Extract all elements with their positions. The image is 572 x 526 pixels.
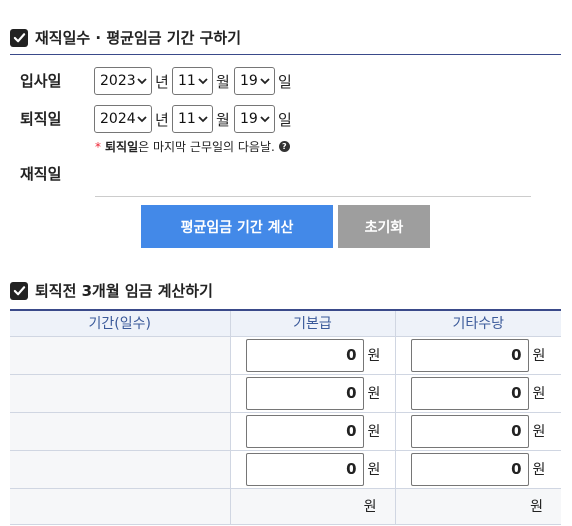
start-year-value: 2023 — [100, 73, 136, 89]
column-header-other-allowance: 기타수당 — [395, 309, 561, 337]
note-text: 은 마지막 근무일의 다음날. — [138, 140, 275, 154]
section-header-tenure: 재직일수 · 평균임금 기간 구하기 — [10, 27, 241, 48]
month-unit: 월 — [216, 111, 230, 129]
base-pay-cell: 0원 — [230, 336, 396, 375]
year-unit: 년 — [155, 111, 169, 129]
won-unit: 원 — [367, 462, 381, 478]
end-month-select[interactable]: 11 — [172, 105, 213, 133]
table-row: 0원 0원 — [10, 336, 561, 375]
allowance-input[interactable]: 0 — [410, 452, 529, 486]
end-day-value: 19 — [240, 111, 258, 127]
period-cell — [10, 450, 231, 489]
allowance-cell: 0원 — [395, 450, 561, 489]
note-bold: 퇴직일 — [105, 140, 139, 154]
won-unit: 원 — [367, 424, 381, 440]
end-month-value: 11 — [178, 111, 196, 127]
allowance-cell: 0원 — [395, 412, 561, 451]
year-unit: 년 — [155, 73, 169, 91]
base-pay-cell: 0원 — [230, 374, 396, 413]
base-pay-input[interactable]: 0 — [245, 452, 364, 486]
end-date-note: * 퇴직일 은 마지막 근무일의 다음날. ? — [95, 138, 290, 155]
allowance-cell: 0원 — [395, 374, 561, 413]
section-title: 재직일수 · 평균임금 기간 구하기 — [35, 29, 241, 47]
total-allowance: 원 — [395, 487, 561, 525]
won-unit: 원 — [367, 386, 381, 402]
checkbox-icon[interactable] — [10, 28, 28, 47]
chevron-down-icon — [198, 78, 208, 85]
end-date-label: 퇴직일 — [20, 110, 62, 128]
section-title: 퇴직전 3개월 임금 계산하기 — [35, 282, 213, 300]
won-unit: 원 — [367, 348, 381, 364]
allowance-cell: 0원 — [395, 336, 561, 375]
start-month-select[interactable]: 11 — [172, 67, 213, 95]
day-unit: 일 — [278, 111, 292, 129]
allowance-input[interactable]: 0 — [410, 414, 529, 448]
base-pay-input[interactable]: 0 — [245, 338, 364, 372]
column-header-base-pay: 기본급 — [230, 309, 396, 337]
calculate-period-button[interactable]: 평균임금 기간 계산 — [141, 205, 333, 248]
end-year-value: 2024 — [100, 111, 136, 127]
chevron-down-icon — [260, 78, 270, 85]
table-row: 0원 0원 — [10, 450, 561, 489]
day-unit: 일 — [278, 73, 292, 91]
base-pay-input[interactable]: 0 — [245, 414, 364, 448]
table-row: 0원 0원 — [10, 374, 561, 413]
table-header-row: 기간(일수) 기본급 기타수당 — [10, 309, 561, 337]
chevron-down-icon — [137, 78, 147, 85]
table-row: 0원 0원 — [10, 412, 561, 451]
end-day-select[interactable]: 19 — [234, 105, 275, 133]
start-year-select[interactable]: 2023 — [94, 67, 152, 95]
section-header-wage: 퇴직전 3개월 임금 계산하기 — [10, 280, 213, 301]
allowance-input[interactable]: 0 — [410, 338, 529, 372]
base-pay-input[interactable]: 0 — [245, 376, 364, 410]
checkbox-icon[interactable] — [10, 281, 28, 300]
chevron-down-icon — [260, 116, 270, 123]
period-cell — [10, 412, 231, 451]
tenure-label: 재직일 — [20, 165, 62, 183]
won-unit: 원 — [532, 386, 546, 402]
required-star: * — [95, 139, 101, 154]
won-unit: 원 — [532, 424, 546, 440]
period-cell — [10, 336, 231, 375]
won-unit: 원 — [532, 348, 546, 364]
period-cell — [10, 374, 231, 413]
start-day-select[interactable]: 19 — [234, 67, 275, 95]
allowance-input[interactable]: 0 — [410, 376, 529, 410]
start-month-value: 11 — [178, 73, 196, 89]
column-header-period: 기간(일수) — [10, 309, 231, 337]
base-pay-cell: 0원 — [230, 412, 396, 451]
total-row: 원 원 — [10, 487, 561, 525]
section-divider — [10, 54, 561, 55]
start-date-label: 입사일 — [20, 72, 62, 90]
total-base-pay: 원 — [230, 487, 396, 525]
reset-button[interactable]: 초기화 — [338, 205, 430, 248]
chevron-down-icon — [137, 116, 147, 123]
chevron-down-icon — [198, 116, 208, 123]
help-icon[interactable]: ? — [278, 141, 290, 152]
wage-table: 기간(일수) 기본급 기타수당 0원 0원 0원 0원 0 원 0 원 0 원 … — [10, 309, 561, 525]
month-unit: 월 — [216, 73, 230, 91]
base-pay-cell: 0원 — [230, 450, 396, 489]
start-day-value: 19 — [240, 73, 258, 89]
divider — [95, 196, 531, 197]
won-unit: 원 — [532, 462, 546, 478]
end-year-select[interactable]: 2024 — [94, 105, 152, 133]
total-label-cell — [10, 487, 231, 525]
